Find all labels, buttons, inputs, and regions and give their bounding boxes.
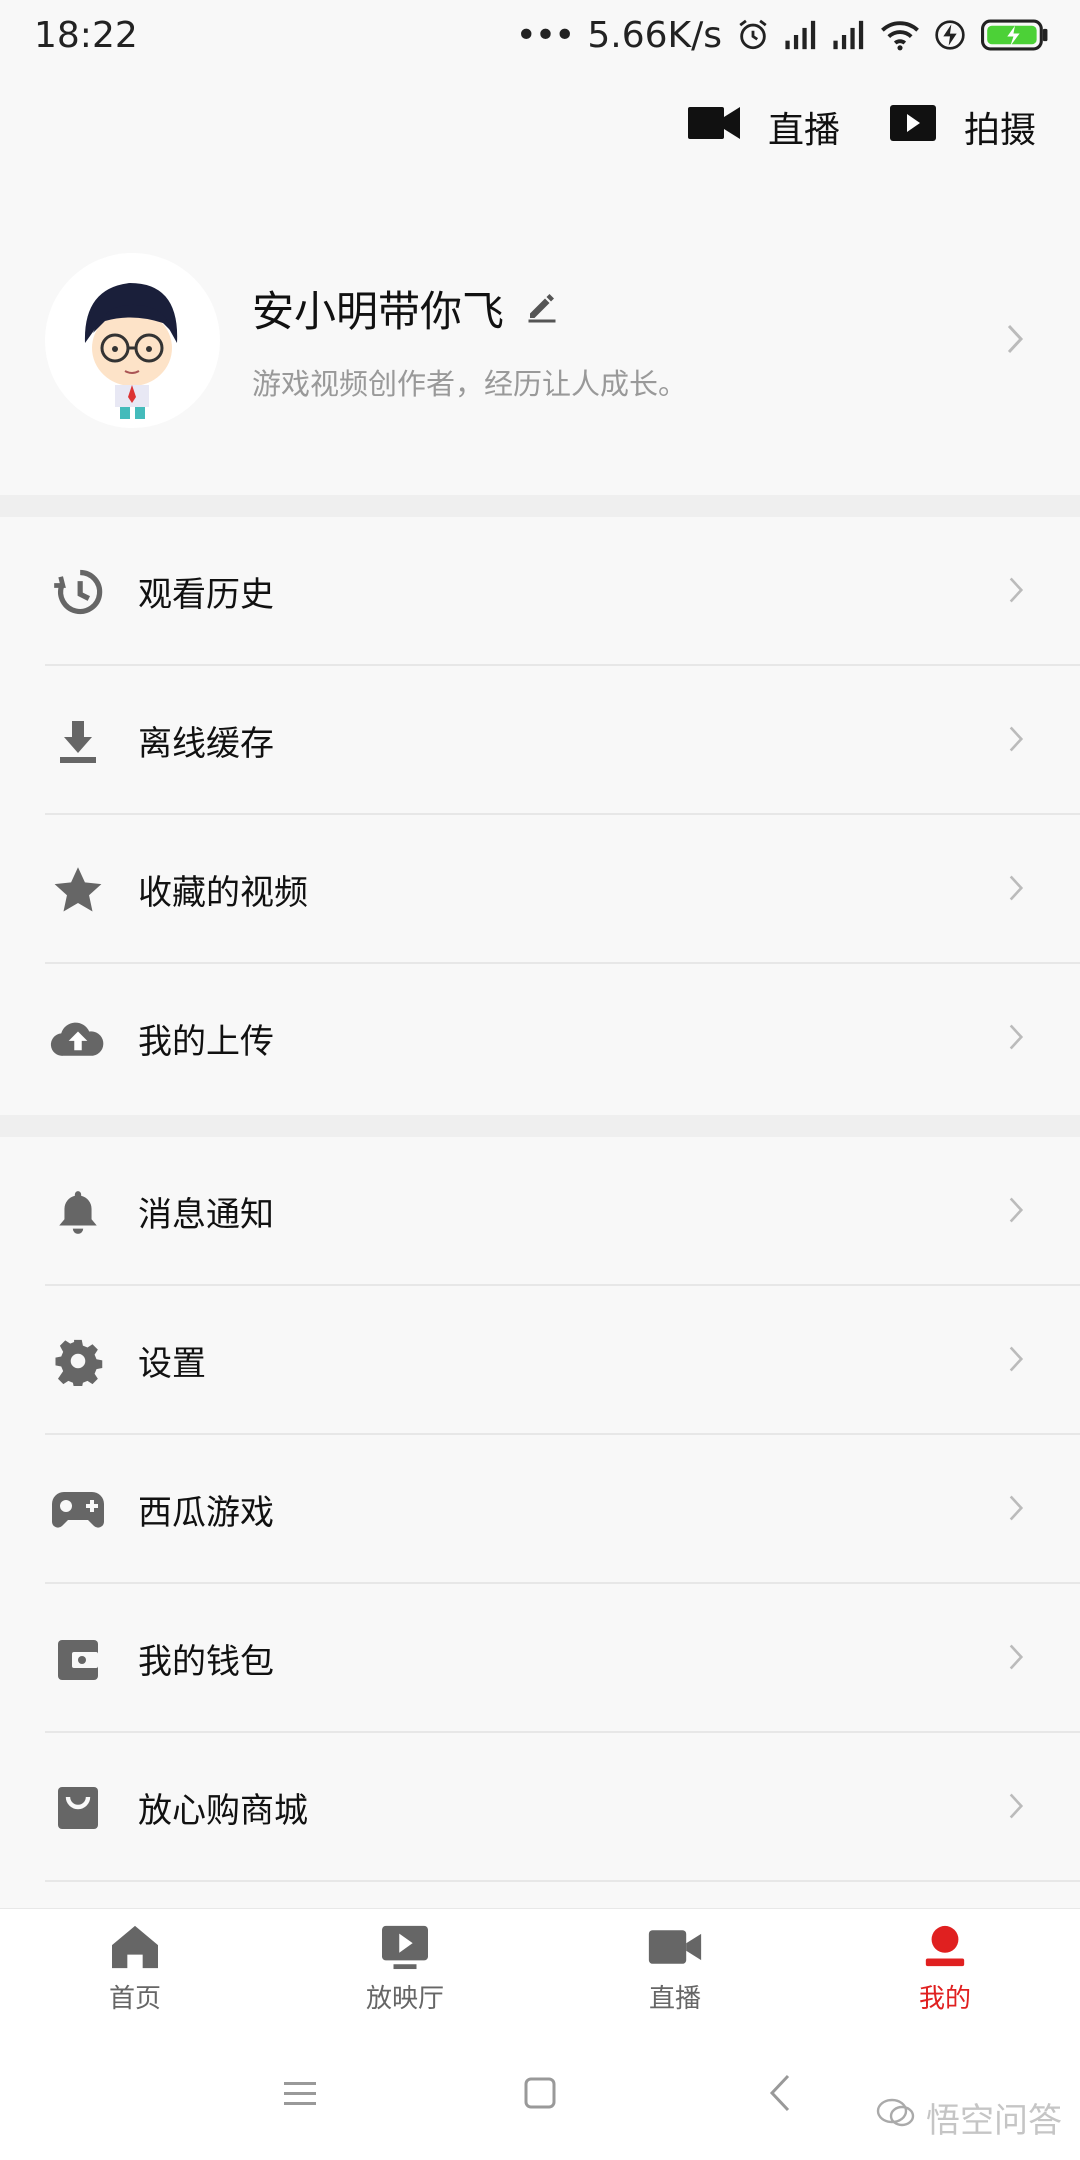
status-time: 18:22 [34, 14, 138, 56]
theater-icon [380, 1924, 430, 1974]
chevron-right-icon [1007, 1195, 1025, 1229]
back-nav-button[interactable] [740, 2055, 820, 2135]
menu-item-label: 消息通知 [138, 1195, 274, 1235]
menu-item-label: 放心购商城 [138, 1791, 308, 1831]
chevron-right-icon [1007, 1022, 1025, 1056]
section-divider [0, 1115, 1080, 1137]
gear-icon [50, 1333, 106, 1389]
history-icon [50, 564, 106, 620]
tab-home[interactable]: 首页 [0, 1909, 270, 2030]
signal-icon [784, 20, 818, 50]
avatar[interactable] [45, 252, 220, 428]
menu-item-xigua-games[interactable]: 西瓜游戏 [0, 1435, 1080, 1584]
live-button[interactable]: 直播 [687, 101, 840, 153]
chevron-right-icon [1007, 1642, 1025, 1676]
more-dots-icon: ••• [515, 14, 576, 56]
live-camera-icon [647, 1924, 703, 1974]
back-chevron-icon [768, 2073, 792, 2117]
square-icon [523, 2076, 557, 2114]
menu-item-my-uploads[interactable]: 我的上传 [0, 964, 1080, 1113]
tab-label: 直播 [648, 1984, 701, 2014]
menu-item-label: 观看历史 [138, 575, 274, 615]
cloud-upload-icon [50, 1011, 106, 1067]
home-icon [110, 1924, 160, 1974]
star-icon [50, 862, 106, 918]
menu-item-label: 我的钱包 [138, 1642, 274, 1682]
section-divider [0, 495, 1080, 517]
home-nav-button[interactable] [500, 2055, 580, 2135]
menu-item-wallet[interactable]: 我的钱包 [0, 1584, 1080, 1733]
menu-group-primary: 观看历史 离线缓存 收藏的视频 我的上传 [0, 517, 1080, 1113]
bell-icon [50, 1184, 106, 1240]
signal-icon-2 [832, 20, 866, 50]
chevron-right-icon [1005, 322, 1025, 360]
gamepad-icon [50, 1482, 106, 1538]
battery-icon [980, 18, 1050, 52]
menu-nav-button[interactable] [260, 2055, 340, 2135]
menu-item-watch-history[interactable]: 观看历史 [0, 517, 1080, 666]
alarm-icon [736, 18, 770, 52]
person-icon [922, 1924, 968, 1974]
profile-name: 安小明带你飞 [252, 286, 505, 336]
chevron-right-icon [1007, 575, 1025, 609]
play-square-icon [889, 104, 936, 150]
profile-card[interactable]: 安小明带你飞 游戏视频创作者，经历让人成长。 [0, 250, 1080, 430]
system-nav-bar: 悟空问答 [0, 2030, 1080, 2160]
menu-item-mall[interactable]: 放心购商城 [0, 1733, 1080, 1882]
watermark: 悟空问答 [876, 2093, 1062, 2142]
speech-bubble-icon [876, 2096, 916, 2139]
download-icon [50, 713, 106, 769]
tab-label: 首页 [108, 1984, 161, 2014]
menu-item-label: 西瓜游戏 [138, 1493, 274, 1533]
bottom-tab-bar: 首页 放映厅 直播 我的 [0, 1908, 1080, 2030]
tab-label: 放映厅 [365, 1984, 444, 2014]
menu-item-offline-cache[interactable]: 离线缓存 [0, 666, 1080, 815]
menu-item-settings[interactable]: 设置 [0, 1286, 1080, 1435]
live-label: 直播 [767, 110, 840, 151]
wifi-icon [880, 19, 920, 51]
menu-item-favorites[interactable]: 收藏的视频 [0, 815, 1080, 964]
tab-label: 我的 [918, 1984, 971, 2014]
shopping-bag-icon [50, 1780, 106, 1836]
shoot-label: 拍摄 [963, 110, 1036, 151]
chevron-right-icon [1007, 1493, 1025, 1527]
menu-item-label: 我的上传 [138, 1022, 274, 1062]
chevron-right-icon [1007, 1791, 1025, 1825]
edit-pencil-icon[interactable] [524, 288, 560, 328]
profile-bio: 游戏视频创作者，经历让人成长。 [252, 366, 688, 401]
menu-item-label: 收藏的视频 [138, 873, 308, 913]
tab-mine[interactable]: 我的 [810, 1909, 1080, 2030]
hamburger-icon [282, 2078, 318, 2112]
wallet-icon [50, 1631, 106, 1687]
network-speed: 5.66K/s [587, 14, 722, 56]
menu-group-secondary: 消息通知 设置 西瓜游戏 我的钱包 放心购商城 [0, 1137, 1080, 1882]
top-actions: 直播 拍摄 [687, 95, 1036, 159]
row-divider [45, 1880, 1080, 1882]
video-camera-icon [687, 105, 740, 150]
tab-theater[interactable]: 放映厅 [270, 1909, 540, 2030]
chevron-right-icon [1007, 873, 1025, 907]
charging-icon [934, 19, 966, 51]
tab-live[interactable]: 直播 [540, 1909, 810, 2030]
chevron-right-icon [1007, 724, 1025, 758]
shoot-button[interactable]: 拍摄 [889, 101, 1036, 153]
chevron-right-icon [1007, 1344, 1025, 1378]
menu-item-label: 设置 [138, 1344, 206, 1384]
watermark-text: 悟空问答 [926, 2101, 1062, 2141]
status-bar: 18:22 ••• 5.66K/s [0, 0, 1080, 70]
menu-item-notifications[interactable]: 消息通知 [0, 1137, 1080, 1286]
menu-item-label: 离线缓存 [138, 724, 274, 764]
